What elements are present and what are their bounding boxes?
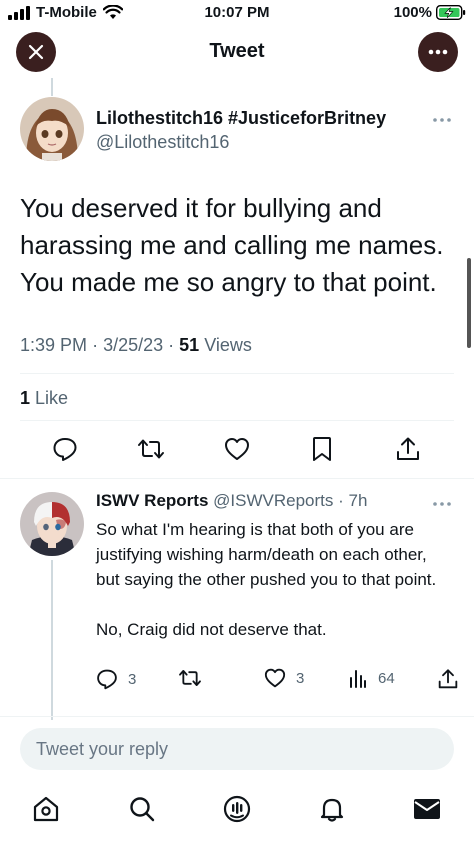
likes-label: Like	[35, 388, 69, 408]
like-button[interactable]	[222, 434, 252, 464]
more-horizontal-icon	[433, 502, 451, 506]
meta-separator: ·	[338, 491, 344, 510]
tweet-action-bar	[0, 434, 474, 470]
reply-reply-count: 3	[128, 670, 137, 688]
tweet-more-button[interactable]	[432, 110, 452, 126]
reply-more-button[interactable]	[432, 494, 452, 510]
bookmark-button[interactable]	[307, 434, 337, 464]
reply-like-count: 3	[296, 669, 305, 687]
retweet-button[interactable]	[136, 434, 166, 464]
reply-author-handle[interactable]: @ISWVReports	[213, 491, 333, 510]
status-right: 100%	[394, 4, 466, 21]
avatar[interactable]	[20, 97, 84, 161]
reply-icon	[53, 438, 77, 461]
retweet-icon	[138, 439, 164, 459]
reply-reply-button[interactable]: 3	[96, 668, 136, 690]
author-avatar-image	[20, 97, 84, 161]
tweet-text: You deserved it for bullying and harassi…	[20, 193, 444, 297]
likes-summary[interactable]: 1 Like	[20, 388, 68, 409]
battery-charging-icon	[436, 5, 466, 20]
reply-author-name[interactable]: ISWV Reports	[96, 491, 208, 510]
share-icon	[438, 669, 458, 689]
reply-share-button[interactable]	[438, 668, 458, 690]
more-horizontal-icon	[433, 118, 451, 122]
tweet-time[interactable]: 1:39 PM	[20, 335, 87, 355]
meta-separator: ·	[92, 335, 104, 355]
reply-header: ISWV Reports @ISWVReports · 7h	[96, 491, 367, 511]
divider	[20, 373, 454, 374]
bottom-tab-bar	[0, 784, 474, 838]
bookmark-icon	[313, 437, 331, 461]
share-icon	[397, 437, 419, 460]
divider	[20, 420, 454, 421]
reply-avatar-image	[20, 492, 84, 556]
tab-notifications[interactable]	[317, 794, 347, 824]
reply-views-button[interactable]: 64	[348, 668, 395, 688]
reply-composer[interactable]	[20, 728, 454, 770]
share-button[interactable]	[393, 434, 423, 464]
reply-like-button[interactable]: 3	[264, 668, 304, 688]
divider	[0, 478, 474, 479]
header: Tweet	[0, 28, 474, 78]
mail-icon	[414, 799, 440, 819]
divider	[0, 716, 474, 717]
page-title: Tweet	[209, 40, 265, 62]
tweet-meta: 1:39 PM · 3/25/23 · 51 Views	[20, 335, 252, 356]
reply-button[interactable]	[50, 434, 80, 464]
tab-spaces[interactable]	[222, 794, 252, 824]
heart-icon	[225, 438, 249, 460]
scrollbar[interactable]	[467, 258, 471, 348]
views-count: 51	[179, 335, 200, 355]
reply-input[interactable]	[20, 728, 454, 770]
thread-line-top	[51, 78, 53, 96]
author-handle[interactable]: @Lilothestitch16	[96, 132, 229, 153]
status-bar: T-Mobile 10:07 PM 100%	[0, 0, 474, 28]
reply-retweet-button[interactable]	[178, 668, 202, 688]
home-icon	[33, 796, 59, 822]
meta-separator: ·	[168, 335, 180, 355]
more-horizontal-icon	[428, 49, 448, 55]
reply-views-count: 64	[378, 669, 395, 687]
heart-icon	[264, 668, 286, 688]
author-name[interactable]: Lilothestitch16 #JusticeforBritney	[96, 108, 386, 129]
battery-percent: 100%	[393, 4, 432, 21]
analytics-icon	[350, 670, 366, 688]
reply-action-bar: 3 3 64	[0, 668, 474, 694]
thread-line-reply	[51, 560, 53, 720]
tab-messages[interactable]	[412, 794, 442, 824]
spaces-icon	[223, 795, 251, 823]
tab-home[interactable]	[31, 794, 61, 824]
reply-avatar[interactable]	[20, 492, 84, 556]
retweet-icon	[179, 670, 201, 686]
more-options-button[interactable]	[418, 32, 458, 72]
likes-count: 1	[20, 388, 31, 408]
reply-icon	[97, 669, 117, 690]
bell-icon	[320, 798, 344, 822]
reply-text: So what I'm hearing is that both of you …	[96, 520, 437, 639]
search-icon	[130, 797, 155, 822]
tab-search[interactable]	[127, 794, 157, 824]
views-label: Views	[204, 335, 252, 355]
tweet-date[interactable]: 3/25/23	[103, 335, 163, 355]
reply-age[interactable]: 7h	[349, 491, 368, 510]
